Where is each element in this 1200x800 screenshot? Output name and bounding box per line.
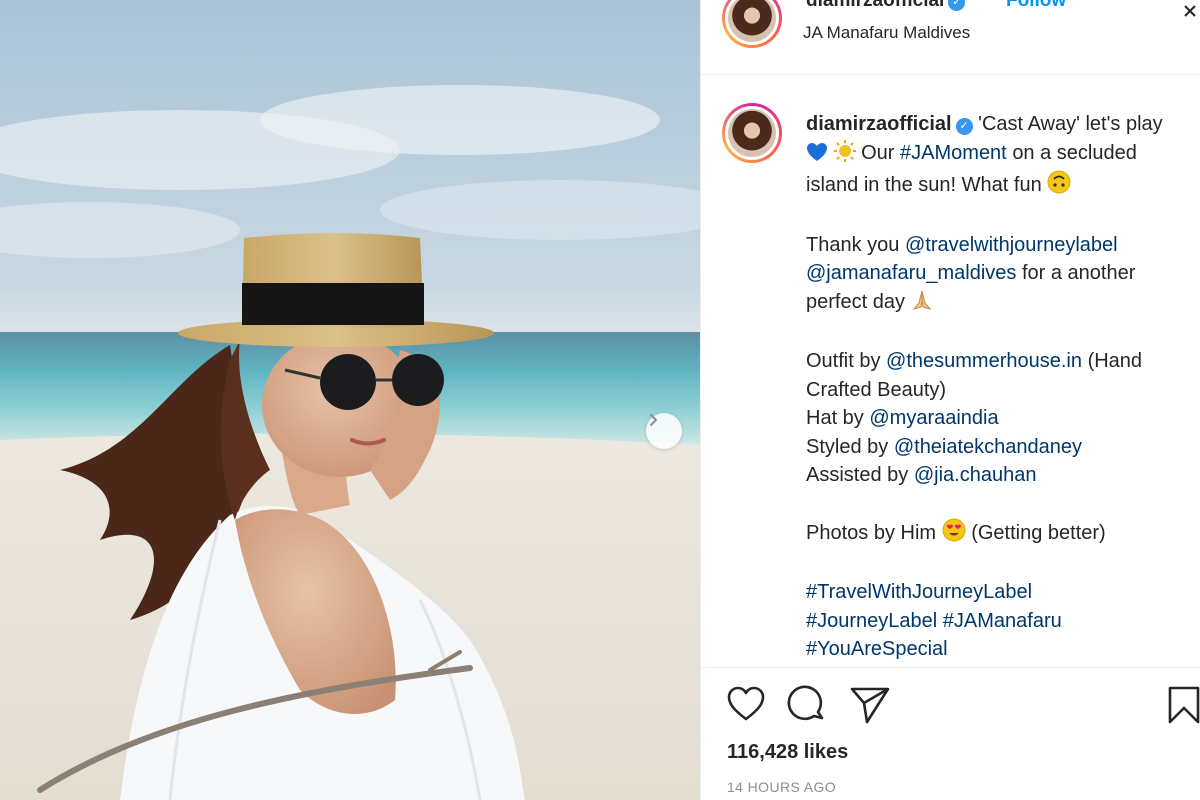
post-username[interactable]: diamirzaofficial ✓	[806, 0, 966, 12]
action-bar	[701, 685, 1200, 731]
mention-link[interactable]: @jia.chauhan	[914, 464, 1037, 486]
caption-text: 'Cast Away' let's play	[978, 113, 1163, 135]
beach-photo-illustration	[0, 85, 700, 800]
avatar[interactable]	[722, 0, 782, 48]
hashtag-link[interactable]: #TravelWithJourneyLabel	[806, 581, 1032, 603]
post-username-text[interactable]: diamirzaofficial	[806, 0, 944, 11]
mention-link[interactable]: @jamanafaru_maldives	[806, 262, 1016, 284]
caption-username[interactable]: diamirzaofficial	[806, 113, 952, 135]
bookmark-icon[interactable]	[1167, 685, 1200, 730]
post-photo[interactable]	[0, 0, 700, 800]
heart-icon[interactable]	[726, 685, 766, 728]
hashtag-link[interactable]: #JourneyLabel	[806, 610, 937, 632]
folded-hands-icon	[911, 289, 933, 320]
verified-badge-icon: ✓	[948, 0, 966, 11]
caption-avatar[interactable]	[722, 103, 782, 163]
mention-link[interactable]: @myaraaindia	[869, 407, 998, 429]
hashtag-link[interactable]: #JAMoment	[900, 142, 1007, 164]
caption-text: Hat by	[806, 407, 864, 429]
caption-text: Thank you	[806, 233, 900, 256]
comment-icon[interactable]	[787, 685, 827, 730]
caption-section: diamirzaofficial ✓ 'Cast Away' let's play…	[701, 88, 1200, 668]
follow-button[interactable]: Follow	[1006, 0, 1066, 12]
sun-icon	[833, 139, 856, 171]
likes-count[interactable]: 116,428 likes	[727, 741, 848, 764]
post-location[interactable]: JA Manafaru Maldives	[803, 23, 970, 43]
send-icon[interactable]	[849, 685, 891, 730]
post-panel: diamirzaofficial✓ • Follow JA Manafaru M…	[700, 0, 1200, 800]
mention-link[interactable]: @travelwithjourneylabel	[905, 234, 1118, 256]
divider	[701, 667, 1200, 668]
next-photo-button[interactable]	[646, 413, 682, 449]
blue-heart-icon	[806, 142, 828, 171]
caption-text: (Getting better)	[971, 521, 1106, 544]
post-timestamp[interactable]: 14 HOURS AGO	[727, 779, 836, 795]
hashtag-link[interactable]: #YouAreSpecial	[806, 638, 948, 660]
more-options-icon[interactable]	[1177, 0, 1200, 18]
verified-badge-icon: ✓	[955, 118, 973, 135]
heart-eyes-icon	[942, 518, 966, 551]
hashtag-link[interactable]: #JAManafaru	[943, 610, 1062, 632]
caption-text: Assisted by	[806, 464, 909, 486]
post-header: diamirzaofficial ✓ • Follow JA Manafaru M…	[701, 0, 1200, 75]
caption-text: Styled by	[806, 435, 889, 458]
mention-link[interactable]: @thesummerhouse.in	[886, 350, 1082, 372]
post-caption: diamirzaofficial ✓ 'Cast Away' let's play…	[806, 110, 1186, 664]
caption-text: Outfit by	[806, 350, 881, 372]
separator-dot: •	[989, 0, 996, 10]
caption-text: Our	[861, 141, 895, 164]
caption-text: Photos by Him	[806, 521, 937, 544]
upside-down-face-icon	[1047, 170, 1071, 203]
mention-link[interactable]: @theiatekchandaney	[894, 436, 1082, 458]
